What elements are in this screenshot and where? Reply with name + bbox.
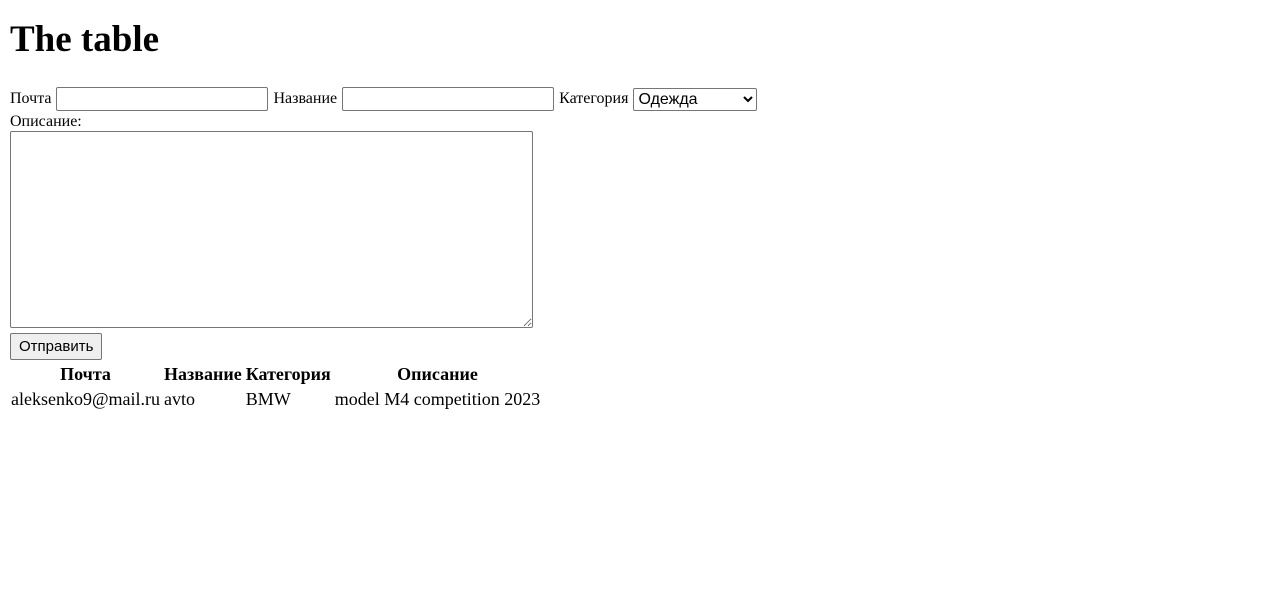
cell-name: avto bbox=[164, 389, 196, 409]
header-category: Категория bbox=[245, 364, 331, 384]
description-label: Описание: bbox=[10, 113, 82, 130]
category-label: Категория bbox=[559, 90, 629, 107]
cell-category: BMW bbox=[245, 389, 291, 409]
cell-description: model M4 competition 2023 bbox=[334, 389, 541, 409]
header-name: Название bbox=[164, 364, 242, 384]
description-textarea[interactable] bbox=[10, 131, 533, 328]
category-select[interactable]: Одежда bbox=[633, 87, 758, 111]
items-table: Почта Название Категория Описание alekse… bbox=[8, 361, 543, 413]
submit-button[interactable]: Отправить bbox=[10, 333, 103, 360]
table-row: aleksenko9@mail.ru avto BMW model M4 com… bbox=[10, 388, 541, 411]
table-header-row: Почта Название Категория Описание bbox=[10, 363, 541, 386]
item-form: Почта Название Категория Одежда Описание… bbox=[10, 86, 1267, 360]
cell-email: aleksenko9@mail.ru bbox=[11, 389, 161, 409]
name-input[interactable] bbox=[342, 87, 555, 111]
email-label: Почта bbox=[10, 90, 52, 107]
header-email: Почта bbox=[60, 364, 111, 384]
email-input[interactable] bbox=[56, 87, 269, 111]
header-description: Описание bbox=[397, 364, 478, 384]
form-row: Почта Название Категория Одежда bbox=[10, 86, 1267, 112]
name-label: Название bbox=[273, 90, 338, 107]
page-title: The table bbox=[10, 19, 160, 60]
